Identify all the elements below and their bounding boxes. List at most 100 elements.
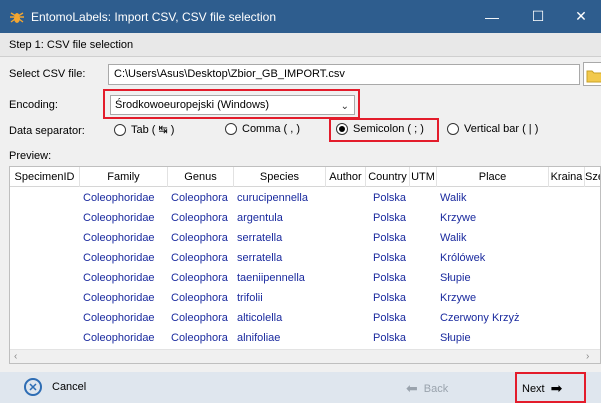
table-cell [549, 308, 585, 328]
table-cell: Polska [372, 312, 407, 324]
radio-vertical-bar[interactable]: Vertical bar ( | ) [447, 123, 538, 135]
scroll-right-icon[interactable]: › [586, 350, 589, 363]
table-cell [10, 248, 80, 268]
table-cell: Coleophoridae [83, 192, 155, 204]
back-button[interactable]: ⬅ Back [400, 380, 448, 397]
scroll-left-icon[interactable]: ‹ [14, 350, 17, 363]
minimize-button[interactable]: — [469, 0, 515, 33]
column-header-country[interactable]: Country [366, 167, 410, 187]
table-cell [410, 328, 437, 348]
table-cell: Coleophoridae [83, 232, 155, 244]
column-header-family[interactable]: Family [80, 167, 168, 187]
table-cell [410, 228, 437, 248]
maximize-button[interactable]: ☐ [515, 0, 561, 33]
table-cell: Coleophoridae [83, 272, 155, 284]
table-cell: Krzywe [440, 292, 477, 304]
table-cell [585, 288, 600, 308]
table-cell [410, 248, 437, 268]
table-cell [585, 328, 600, 348]
table-cell: Coleophoridae [83, 212, 155, 224]
cancel-button[interactable]: ✕ Cancel [24, 378, 86, 396]
table-cell: Coleophora [171, 192, 228, 204]
table-cell: Walik [440, 232, 467, 244]
cancel-icon: ✕ [24, 378, 42, 396]
footer-bar [0, 372, 601, 403]
table-row[interactable]: Coleophoridae Coleophora taeniipennella Pol… [10, 268, 600, 288]
table-cell [10, 328, 80, 348]
table-row[interactable]: Coleophoridae Coleophora alticolella Polska… [10, 308, 600, 328]
radio-comma-label: Comma ( , ) [242, 123, 301, 135]
column-header-kraina[interactable]: Kraina [549, 167, 585, 187]
table-cell [10, 308, 80, 328]
select-csv-label: Select CSV file: [9, 68, 86, 80]
table-cell: Polska [372, 212, 407, 224]
table-cell: argentula [237, 212, 283, 224]
table-cell: Coleophoridae [83, 312, 155, 324]
table-cell: Czerwony Krzyż [440, 312, 520, 324]
cancel-label: Cancel [52, 381, 87, 393]
horizontal-scrollbar[interactable]: ‹ › [10, 349, 600, 363]
table-cell [549, 208, 585, 228]
table-cell [326, 228, 366, 248]
table-cell: serratella [237, 232, 283, 244]
column-header-utm[interactable]: UTM [410, 167, 437, 187]
table-cell: Słupie [440, 272, 471, 284]
next-button[interactable]: Next ➡ [522, 380, 568, 397]
grid-header: SpecimenID Family Genus Species Author Countr… [10, 167, 600, 187]
table-cell [10, 288, 80, 308]
table-cell [326, 188, 366, 208]
arrow-left-icon: ⬅ [406, 380, 418, 396]
table-cell: Coleophora [171, 272, 228, 284]
table-cell [549, 268, 585, 288]
table-cell [10, 188, 80, 208]
table-row[interactable]: Coleophoridae Coleophora curucipennella Pol… [10, 188, 600, 208]
table-cell: Polska [372, 252, 407, 264]
table-cell: Polska [372, 332, 407, 344]
radio-tab-label: Tab ( ↹ ) [131, 124, 175, 136]
radio-semicolon[interactable]: Semicolon ( ; ) [336, 123, 424, 135]
column-header-genus[interactable]: Genus [168, 167, 234, 187]
folder-icon [586, 70, 601, 83]
table-cell: Coleophora [171, 232, 228, 244]
table-cell: Coleophora [171, 252, 228, 264]
table-row[interactable]: Coleophoridae Coleophora serratella Polska K… [10, 248, 600, 268]
column-header-place[interactable]: Place [437, 167, 549, 187]
column-header-specimenid[interactable]: SpecimenID [10, 167, 80, 187]
table-cell [326, 248, 366, 268]
column-header-author[interactable]: Author [326, 167, 366, 187]
table-cell [585, 188, 600, 208]
table-cell [410, 188, 437, 208]
table-cell [10, 268, 80, 288]
table-cell: Coleophoridae [83, 292, 155, 304]
close-button[interactable]: ✕ [561, 0, 601, 33]
table-cell [410, 288, 437, 308]
column-header-species[interactable]: Species [234, 167, 326, 187]
preview-grid[interactable]: SpecimenID Family Genus Species Author Countr… [9, 166, 601, 364]
encoding-select[interactable]: Środkowoeuropejski (Windows) ⌄ [110, 95, 355, 115]
table-cell [410, 208, 437, 228]
table-row[interactable]: Coleophoridae Coleophora serratella Polska W… [10, 228, 600, 248]
radio-tab-circle [114, 123, 126, 136]
csv-file-path-input[interactable]: C:\Users\Asus\Desktop\Zbior_GB_IMPORT.cs… [108, 64, 580, 85]
table-cell: serratella [237, 252, 283, 264]
radio-comma[interactable]: Comma ( , ) [225, 123, 300, 135]
table-cell [326, 208, 366, 228]
radio-tab[interactable]: Tab ( ↹ ) [114, 123, 174, 136]
table-cell [585, 208, 600, 228]
table-cell [10, 208, 80, 228]
table-cell [585, 248, 600, 268]
table-row[interactable]: Coleophoridae Coleophora alnifoliae Polska S… [10, 328, 600, 348]
app-icon [9, 9, 25, 25]
table-row[interactable]: Coleophoridae Coleophora argentula Polska Kr… [10, 208, 600, 228]
radio-semicolon-label: Semicolon ( ; ) [353, 123, 424, 135]
table-cell: Coleophora [171, 332, 228, 344]
table-cell: Królówek [440, 252, 486, 264]
table-cell [326, 288, 366, 308]
browse-folder-button[interactable] [583, 62, 601, 86]
title-bar: EntomoLabels: Import CSV, CSV file selec… [0, 0, 601, 33]
table-row[interactable]: Coleophoridae Coleophora trifolii Polska Krz… [10, 288, 600, 308]
table-cell: Coleophoridae [83, 252, 155, 264]
table-cell: Krzywe [440, 212, 477, 224]
back-label: Back [423, 382, 449, 395]
column-header-szerc[interactable]: Szerc [585, 167, 600, 187]
